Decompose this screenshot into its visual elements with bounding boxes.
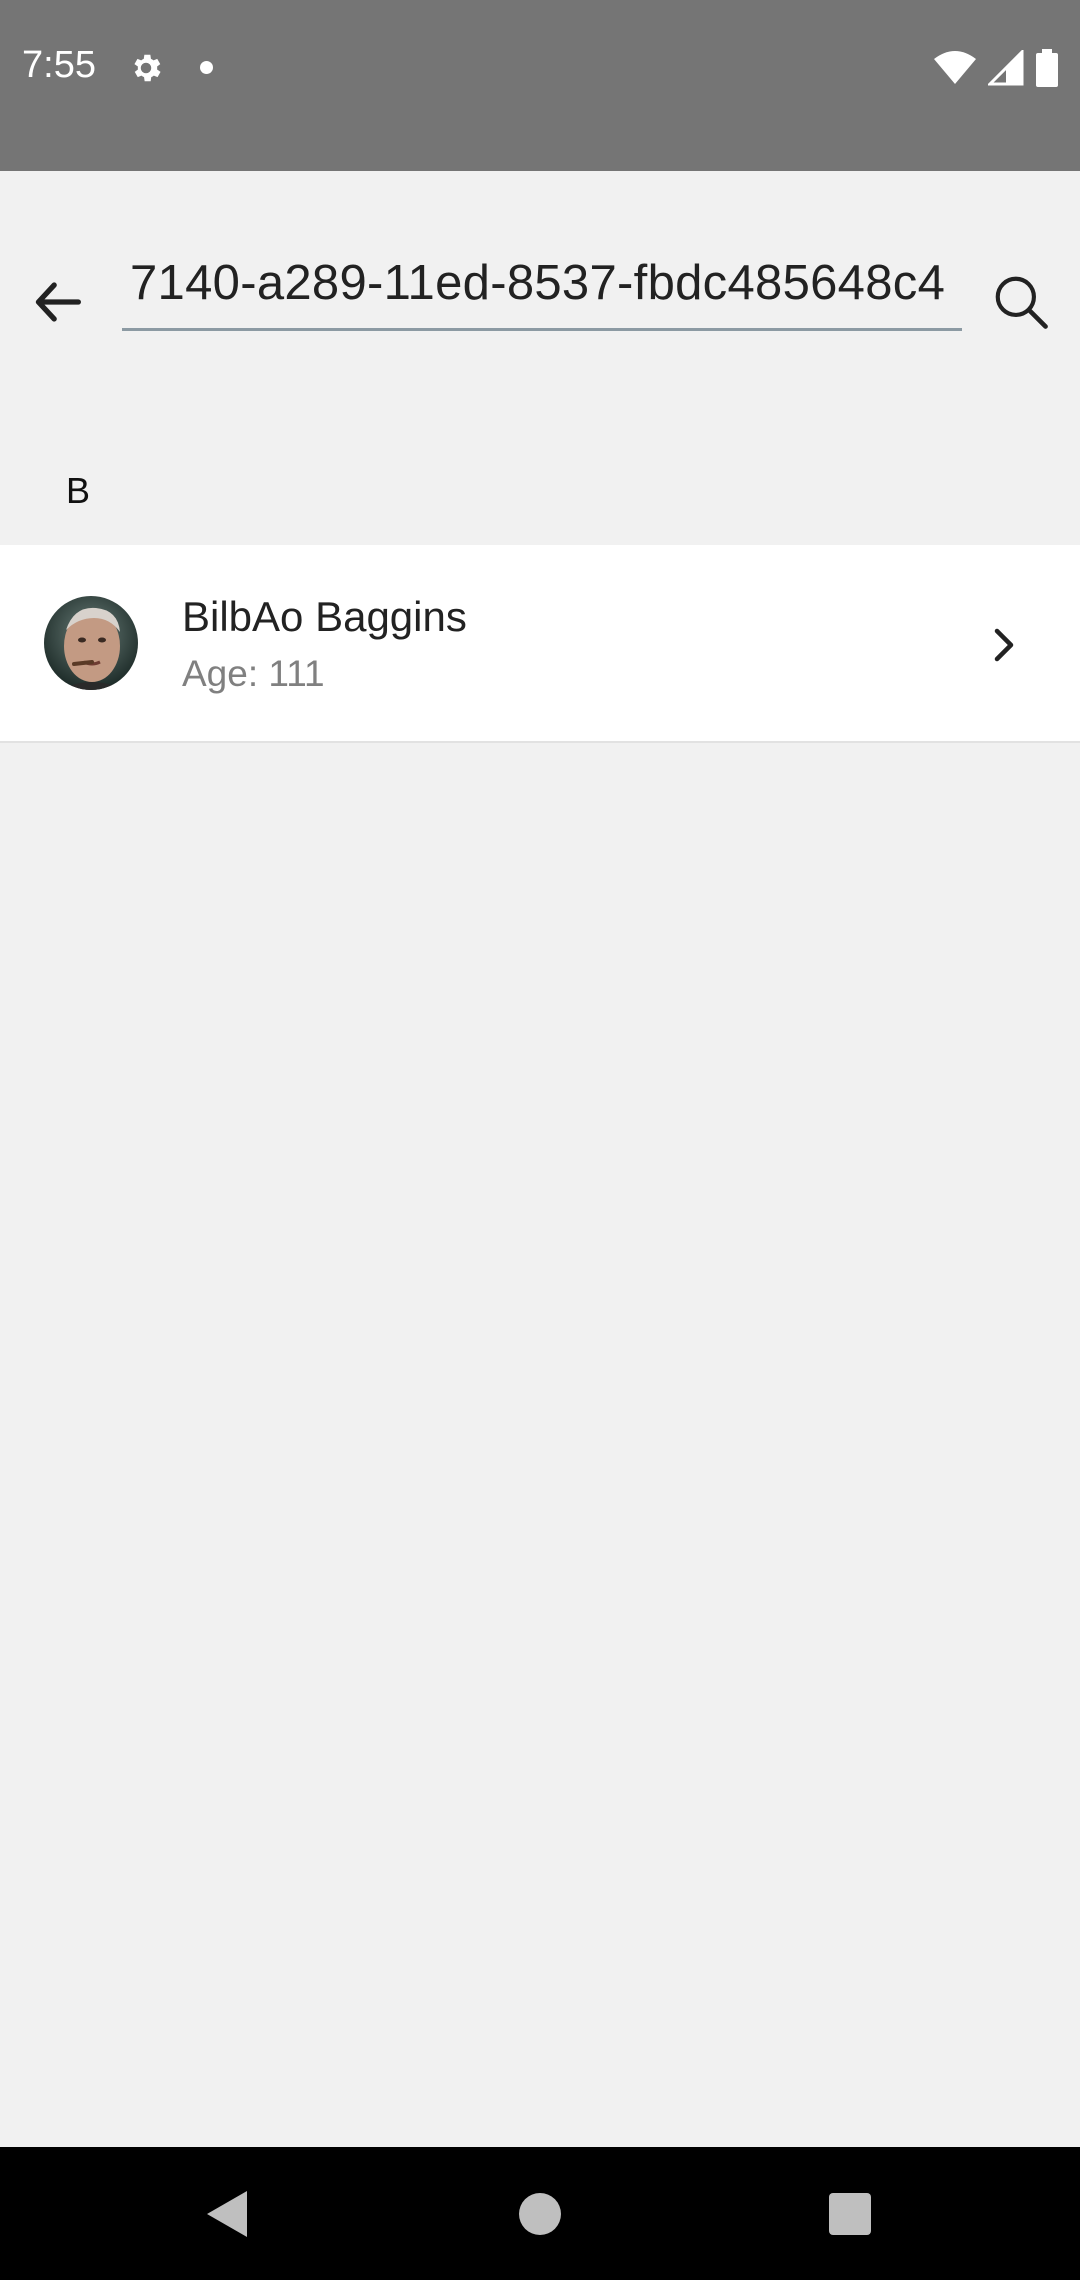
gear-icon	[128, 50, 164, 86]
arrow-back-icon[interactable]	[30, 273, 88, 331]
section-header: B	[66, 470, 91, 511]
wifi-icon	[934, 51, 976, 85]
battery-icon	[1036, 49, 1058, 87]
status-time: 7:55	[22, 44, 96, 86]
search-icon[interactable]	[990, 271, 1052, 333]
signal-icon	[988, 50, 1024, 86]
item-age: Age: 111	[182, 653, 325, 694]
nav-home-icon[interactable]	[519, 2193, 561, 2235]
search-toolbar: 7140-a289-11ed-8537-fbdc485648c4	[0, 171, 1080, 401]
nav-recents-icon[interactable]	[829, 2193, 871, 2235]
search-query-text[interactable]: 7140-a289-11ed-8537-fbdc485648c4	[130, 255, 945, 311]
avatar	[44, 596, 138, 690]
search-input[interactable]: 7140-a289-11ed-8537-fbdc485648c4	[122, 251, 962, 331]
notification-dot-icon	[200, 61, 213, 74]
status-bar: 7:55	[0, 0, 1080, 171]
list-item[interactable]: BilbAo Baggins Age: 111	[0, 545, 1080, 743]
chevron-right-icon	[985, 625, 1021, 665]
nav-back-icon[interactable]	[203, 2187, 253, 2241]
navigation-bar	[0, 2147, 1080, 2280]
item-name: BilbAo Baggins	[182, 593, 467, 640]
